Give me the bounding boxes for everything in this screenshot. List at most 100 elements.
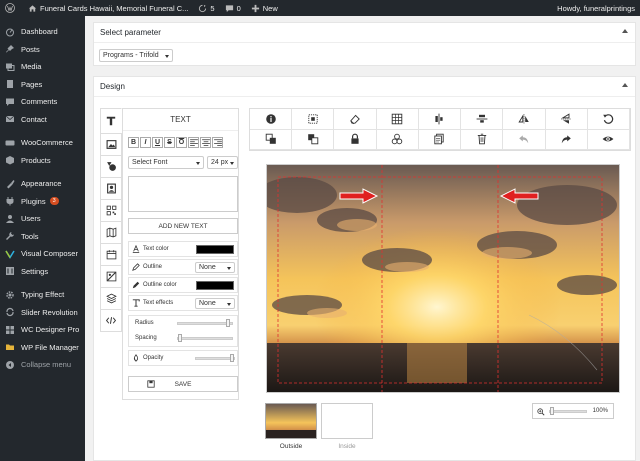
sidebar-item-typing-effect[interactable]: Typing Effect (0, 286, 85, 304)
select-parameter-header[interactable]: Select parameter (94, 23, 635, 43)
italic-button[interactable]: I (140, 137, 151, 148)
inside-thumbnail[interactable] (321, 403, 373, 439)
outline-label-wrap: Outline (132, 263, 162, 271)
clear-button[interactable] (334, 109, 377, 130)
wp-logo[interactable] (0, 0, 23, 16)
center-vertical-button[interactable] (461, 109, 504, 130)
tab-calendar[interactable] (100, 243, 122, 266)
font-select[interactable]: Select Font (128, 156, 204, 169)
tab-text[interactable] (100, 108, 122, 134)
overline-button[interactable]: O (176, 137, 187, 148)
site-name-link[interactable]: Funeral Cards Hawaii, Memorial Funeral C… (23, 0, 193, 16)
design-canvas[interactable] (266, 164, 620, 393)
redo-icon (561, 135, 571, 144)
sidebar-item-posts[interactable]: Posts (0, 41, 85, 59)
outline-color-swatch[interactable] (196, 281, 234, 290)
flip-horizontal-button[interactable] (503, 109, 546, 130)
opacity-slider[interactable] (195, 354, 235, 362)
bring-to-front-button[interactable] (250, 129, 293, 150)
bold-button[interactable]: B (128, 137, 139, 148)
group-button[interactable] (376, 129, 419, 150)
text-color-swatch[interactable] (196, 245, 234, 254)
tab-layers[interactable] (100, 287, 122, 310)
outside-thumbnail[interactable] (265, 403, 317, 439)
radius-slider[interactable] (177, 319, 233, 327)
sidebar-item-users[interactable]: Users (0, 210, 85, 228)
text-panel: TEXT B I U S O Select Font 24 px ADD NEW… (122, 108, 239, 400)
sidebar-item-visual-composer[interactable]: Visual Composer (0, 245, 85, 263)
sidebar-item-woocommerce[interactable]: WooCommerce (0, 134, 85, 152)
tab-shapes[interactable] (100, 155, 122, 178)
new-content-link[interactable]: New (246, 0, 283, 16)
inside-label[interactable]: Inside (321, 443, 373, 450)
tab-code[interactable] (100, 309, 122, 332)
text-effects-select[interactable]: None (195, 298, 235, 309)
lock-button[interactable] (334, 129, 377, 150)
underline-button[interactable]: U (152, 137, 163, 148)
parameter-select[interactable]: Programs - Trifold (99, 49, 173, 62)
zoom-slider-handle[interactable] (550, 407, 554, 415)
tool-tabs (100, 108, 122, 354)
outside-label[interactable]: Outside (265, 443, 317, 450)
delete-button[interactable] (461, 129, 504, 150)
sidebar-item-dashboard[interactable]: Dashboard (0, 23, 85, 41)
duplicate-button[interactable] (418, 129, 462, 150)
align-center-button[interactable] (200, 137, 211, 148)
updates-icon (199, 4, 207, 12)
spacing-slider[interactable] (177, 334, 233, 342)
sidebar-item-plugins[interactable]: Plugins 3 (0, 193, 85, 211)
sidebar-item-wp-file-manager[interactable]: WP File Manager (0, 339, 85, 357)
sidebar-item-media[interactable]: Media (0, 58, 85, 76)
opacity-slider-handle[interactable] (230, 354, 234, 362)
sidebar-item-label: Slider Revolution (21, 307, 78, 317)
font-size-select[interactable]: 24 px (207, 156, 238, 169)
text-input[interactable] (128, 176, 238, 212)
sidebar-item-products[interactable]: Products (0, 152, 85, 170)
strikethrough-button[interactable]: S (164, 137, 175, 148)
zoom-slider[interactable] (549, 407, 587, 415)
sidebar-item-appearance[interactable]: Appearance (0, 175, 85, 193)
collapse-arrow-icon[interactable] (622, 29, 628, 33)
collapse-arrow-icon[interactable] (622, 83, 628, 87)
site-name: Funeral Cards Hawaii, Memorial Funeral C… (40, 3, 189, 13)
select-all-button[interactable] (292, 109, 335, 130)
sidebar-item-pages[interactable]: Pages (0, 76, 85, 94)
send-to-back-button[interactable] (292, 129, 335, 150)
redo-button[interactable] (545, 129, 588, 150)
info-button[interactable] (250, 109, 293, 130)
design-header[interactable]: Design (94, 77, 635, 97)
sidebar-item-label: Users (21, 214, 41, 224)
select-parameter-title: Select parameter (100, 28, 161, 37)
align-left-button[interactable] (188, 137, 199, 148)
account-link[interactable]: Howdy, funeralprintings (552, 0, 640, 16)
sidebar-item-comments[interactable]: Comments (0, 93, 85, 111)
flip-vertical-icon (561, 113, 571, 124)
comments-link[interactable]: 0 (220, 0, 246, 16)
save-button[interactable]: SAVE (128, 376, 238, 392)
center-horizontal-button[interactable] (418, 109, 462, 130)
preview-button[interactable] (587, 129, 630, 150)
tab-map[interactable] (100, 221, 122, 244)
align-right-button[interactable] (212, 137, 223, 148)
sidebar-item-slider-revolution[interactable]: Slider Revolution (0, 304, 85, 322)
updates-link[interactable]: 5 (193, 0, 219, 16)
home-icon (28, 4, 37, 12)
radius-slider-handle[interactable] (225, 319, 230, 327)
sidebar-item-settings[interactable]: Settings (0, 263, 85, 281)
grid-button[interactable] (376, 109, 419, 130)
tab-cliparts[interactable] (100, 177, 122, 200)
tab-image[interactable] (100, 133, 122, 156)
tab-mask[interactable] (100, 265, 122, 288)
reset-button[interactable] (587, 109, 630, 130)
spacing-slider-handle[interactable] (178, 334, 182, 342)
add-new-text-button[interactable]: ADD NEW TEXT (128, 218, 238, 234)
flip-vertical-button[interactable] (545, 109, 588, 130)
sidebar-item-wc-designer-pro[interactable]: WC Designer Pro (0, 321, 85, 339)
sidebar-item-collapse-menu[interactable]: Collapse menu (0, 356, 85, 374)
outline-color-row: Outline color (128, 277, 238, 293)
sidebar-item-contact[interactable]: Contact (0, 111, 85, 129)
undo-button[interactable] (503, 129, 546, 150)
outline-select[interactable]: None (195, 262, 235, 273)
tab-qrcode[interactable] (100, 199, 122, 222)
sidebar-item-tools[interactable]: Tools (0, 228, 85, 246)
